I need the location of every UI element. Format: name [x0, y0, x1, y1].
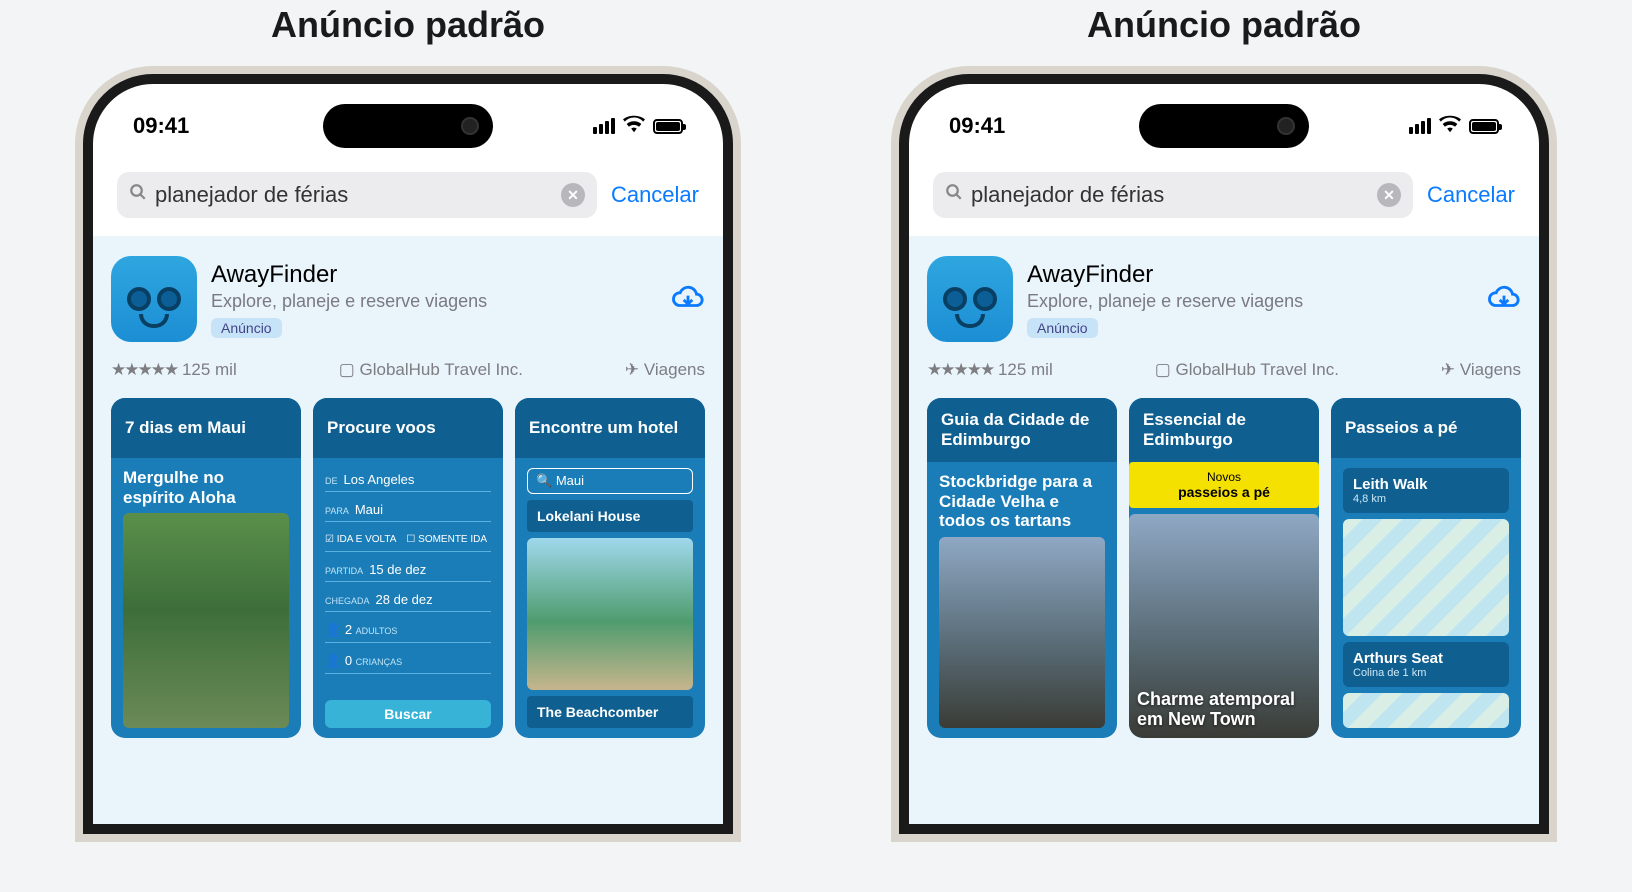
dynamic-island — [1139, 104, 1309, 148]
clear-icon[interactable]: ✕ — [1377, 183, 1401, 207]
screenshot-card-1[interactable]: Guia da Cidade de Edimburgo Stockbridge … — [927, 398, 1117, 738]
screenshot-card-3[interactable]: Passeios a pé Leith Walk 4,8 km Arthurs … — [1331, 398, 1521, 738]
cancel-button[interactable]: Cancelar — [611, 182, 699, 208]
stars-icon: ★★★★★ — [111, 360, 177, 379]
status-time: 09:41 — [949, 113, 1005, 139]
search-input[interactable]: planejador de férias ✕ — [933, 172, 1413, 218]
hotel-search: 🔍 Maui — [527, 468, 693, 494]
map-image — [1343, 693, 1509, 728]
ad-badge: Anúncio — [1027, 318, 1098, 338]
wifi-icon — [623, 113, 645, 139]
screenshot-card-2[interactable]: Essencial de Edimburgo Novos passeios a … — [1129, 398, 1319, 738]
card-title: Essencial de Edimburgo — [1129, 398, 1319, 462]
app-name: AwayFinder — [211, 261, 657, 289]
download-icon[interactable] — [671, 280, 705, 319]
ad-badge: Anúncio — [211, 318, 282, 338]
card-image: Charme atemporal em New Town — [1129, 514, 1319, 738]
app-subtitle: Explore, planeje e reserve viagens — [211, 291, 657, 312]
card-title: Encontre um hotel — [515, 398, 705, 458]
hotel-item: The Beachcomber — [527, 696, 693, 728]
hotel-image — [527, 538, 693, 690]
search-icon — [945, 183, 963, 207]
developer: ▢ GlobalHub Travel Inc. — [1155, 360, 1339, 380]
search-flights-button[interactable]: Buscar — [325, 700, 491, 728]
battery-icon — [653, 119, 683, 134]
search-icon — [129, 183, 147, 207]
app-result[interactable]: AwayFinder Explore, planeje e reserve vi… — [927, 256, 1521, 342]
phone-mockup-right: 09:41 planejador de férias ✕ Cancelar — [899, 74, 1549, 834]
stars-icon: ★★★★★ — [927, 360, 993, 379]
phone-mockup-left: 09:41 planejador de férias ✕ Cancelar — [83, 74, 733, 834]
card-subtitle: Stockbridge para a Cidade Velha e todos … — [939, 472, 1105, 531]
walk-item: Arthurs Seat Colina de 1 km — [1343, 642, 1509, 687]
app-icon — [927, 256, 1013, 342]
heading-right: Anúncio padrão — [1087, 4, 1361, 46]
cellular-icon — [1409, 118, 1431, 134]
cellular-icon — [593, 118, 615, 134]
clear-icon[interactable]: ✕ — [561, 183, 585, 207]
app-name: AwayFinder — [1027, 261, 1473, 289]
hotel-item: Lokelani House — [527, 500, 693, 532]
app-meta: ★★★★★ 125 mil ▢ GlobalHub Travel Inc. ✈ … — [111, 360, 705, 380]
dynamic-island — [323, 104, 493, 148]
cancel-button[interactable]: Cancelar — [1427, 182, 1515, 208]
search-text: planejador de férias — [155, 182, 348, 208]
app-subtitle: Explore, planeje e reserve viagens — [1027, 291, 1473, 312]
card-image — [123, 513, 289, 728]
card-title: 7 dias em Maui — [111, 398, 301, 458]
screenshot-card-3[interactable]: Encontre um hotel 🔍 Maui Lokelani House … — [515, 398, 705, 738]
download-icon[interactable] — [1487, 280, 1521, 319]
card-image — [939, 537, 1105, 728]
search-text: planejador de férias — [971, 182, 1164, 208]
developer: ▢ GlobalHub Travel Inc. — [339, 360, 523, 380]
app-meta: ★★★★★ 125 mil ▢ GlobalHub Travel Inc. ✈ … — [927, 360, 1521, 380]
status-time: 09:41 — [133, 113, 189, 139]
app-result[interactable]: AwayFinder Explore, planeje e reserve vi… — [111, 256, 705, 342]
screenshot-card-1[interactable]: 7 dias em Maui Mergulhe no espírito Aloh… — [111, 398, 301, 738]
walk-item: Leith Walk 4,8 km — [1343, 468, 1509, 513]
category: ✈ Viagens — [1441, 360, 1521, 380]
card-title: Procure voos — [313, 398, 503, 458]
map-image — [1343, 519, 1509, 636]
banner: Novos passeios a pé — [1129, 462, 1319, 508]
category: ✈ Viagens — [625, 360, 705, 380]
battery-icon — [1469, 119, 1499, 134]
card-title: Guia da Cidade de Edimburgo — [927, 398, 1117, 462]
screenshot-card-2[interactable]: Procure voos deLos Angeles paraMaui ☑ ID… — [313, 398, 503, 738]
heading-left: Anúncio padrão — [271, 4, 545, 46]
wifi-icon — [1439, 113, 1461, 139]
card-title: Passeios a pé — [1331, 398, 1521, 458]
card-subtitle: Mergulhe no espírito Aloha — [123, 468, 289, 507]
app-icon — [111, 256, 197, 342]
search-input[interactable]: planejador de férias ✕ — [117, 172, 597, 218]
